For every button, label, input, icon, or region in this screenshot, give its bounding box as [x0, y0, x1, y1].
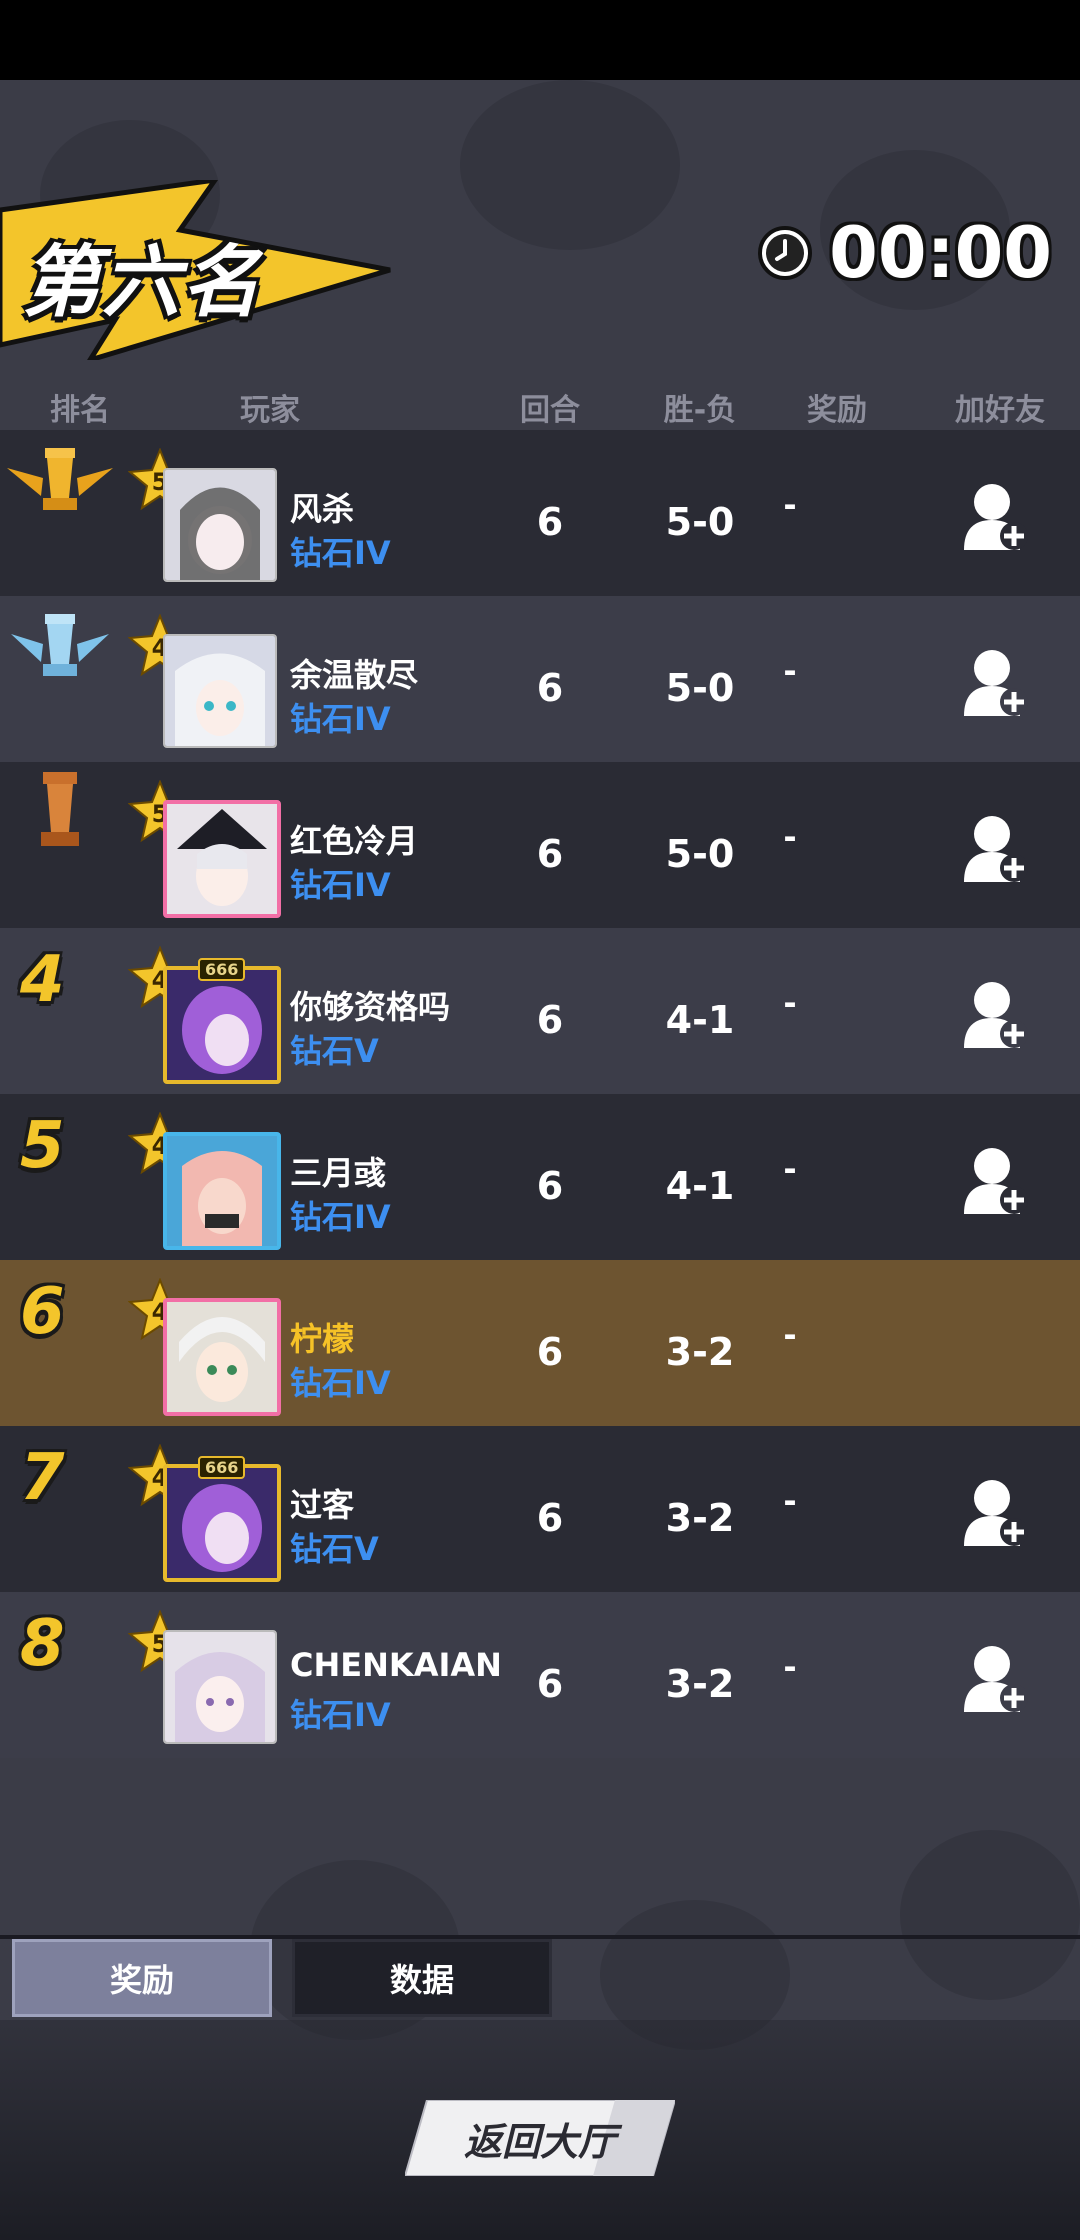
- rounds-value: 6: [536, 1496, 564, 1540]
- win-loss-value: 5-0: [665, 500, 735, 544]
- player-tier: 钻石IV: [290, 1198, 391, 1236]
- rounds-value: 6: [536, 666, 564, 710]
- header-rank: 排名: [50, 393, 110, 428]
- badge: 666: [198, 958, 246, 981]
- rounds-value: 6: [536, 1164, 564, 1208]
- back-button-label: 返回大厅: [463, 2119, 616, 2164]
- rounds-value: 6: [536, 998, 564, 1042]
- win-loss-value: 4-1: [665, 998, 735, 1042]
- rounds-value: 6: [536, 1330, 564, 1374]
- reward-value: -: [783, 652, 797, 690]
- player-name: 红色冷月: [290, 822, 419, 860]
- player-row: 4 4 666 你够资格吗 钻石V 6 4-1 -: [0, 928, 1080, 1094]
- avatar[interactable]: [163, 966, 281, 1084]
- player-tier: 钻石V: [290, 1530, 379, 1568]
- header-reward: 奖励: [807, 393, 867, 428]
- player-tier: 钻石IV: [290, 1696, 391, 1734]
- rank-number: 8: [20, 1607, 65, 1681]
- rank-number: 6: [20, 1275, 65, 1349]
- reward-value: -: [783, 1150, 797, 1188]
- player-row: 4 余温散尽 钻石IV 6 5-0 -: [0, 596, 1080, 762]
- rank-number: 5: [20, 1109, 65, 1183]
- rounds-value: 6: [536, 832, 564, 876]
- back-to-lobby-button[interactable]: 返回大厅: [405, 2100, 675, 2176]
- gold-trophy-icon: [7, 448, 113, 510]
- win-loss-value: 3-2: [665, 1662, 735, 1706]
- player-row-self: 6 4 柠檬 钻石IV 6 3-2 -: [0, 1260, 1080, 1426]
- player-name: 过客: [290, 1486, 355, 1524]
- player-name: 柠檬: [290, 1320, 355, 1358]
- player-row: 7 4 666 过客 钻石V 6 3-2 -: [0, 1426, 1080, 1592]
- timer-text: 00:00: [829, 212, 1052, 294]
- header-win-loss: 胜-负: [663, 393, 737, 428]
- player-name: 风杀: [290, 490, 355, 528]
- tab-reward[interactable]: 奖励: [12, 1939, 272, 2017]
- player-tier: 钻石IV: [290, 534, 391, 572]
- avatar[interactable]: [163, 1298, 281, 1416]
- status-bar: [0, 0, 1080, 80]
- avatar[interactable]: [163, 800, 281, 918]
- player-row: 5 4 三月彧 钻石IV 6 4-1 -: [0, 1094, 1080, 1260]
- badge: 666: [198, 1456, 246, 1479]
- reward-value: -: [783, 984, 797, 1022]
- reward-value: -: [783, 818, 797, 856]
- bronze-trophy-icon: [41, 772, 79, 846]
- avatar[interactable]: [163, 1630, 277, 1744]
- add-friend-icon[interactable]: [962, 978, 1032, 1050]
- avatar[interactable]: [163, 634, 277, 748]
- page-title: 第六名: [22, 238, 263, 328]
- player-tier: 钻石IV: [290, 700, 391, 738]
- rounds-value: 6: [536, 500, 564, 544]
- win-loss-value: 5-0: [665, 832, 735, 876]
- silver-trophy-icon: [11, 614, 109, 676]
- player-tier: 钻石IV: [290, 1364, 391, 1402]
- avatar[interactable]: [163, 1132, 281, 1250]
- win-loss-value: 3-2: [665, 1330, 735, 1374]
- player-row: 5 风杀 钻石IV 6 5-0 -: [0, 430, 1080, 596]
- player-row: 8 5 CHENKAIAN 钻石IV 6 3-2 -: [0, 1592, 1080, 1758]
- rank-number: 7: [20, 1441, 65, 1515]
- player-tier: 钻石V: [290, 1032, 379, 1070]
- player-name: 三月彧: [290, 1154, 387, 1192]
- match-result-screen: 第六名 00:00 排名 玩家 回合 胜-负 奖励 加好友 5 风杀 钻石IV …: [0, 0, 1080, 2240]
- tab-data[interactable]: 数据: [292, 1939, 552, 2017]
- add-friend-icon[interactable]: [962, 1144, 1032, 1216]
- add-friend-icon[interactable]: [962, 646, 1032, 718]
- header-add-friend: 加好友: [955, 393, 1045, 428]
- avatar[interactable]: [163, 468, 277, 582]
- rounds-value: 6: [536, 1662, 564, 1706]
- countdown-timer: 00:00: [755, 212, 1052, 294]
- clock-icon: [758, 226, 813, 280]
- player-name: CHENKAIAN: [290, 1646, 502, 1684]
- reward-value: -: [783, 1648, 797, 1686]
- win-loss-value: 3-2: [665, 1496, 735, 1540]
- avatar[interactable]: [163, 1464, 281, 1582]
- win-loss-value: 5-0: [665, 666, 735, 710]
- player-name: 你够资格吗: [290, 988, 451, 1026]
- add-friend-icon[interactable]: [962, 480, 1032, 552]
- add-friend-icon[interactable]: [962, 1642, 1032, 1714]
- header-player: 玩家: [240, 393, 300, 428]
- rank-number: 4: [20, 943, 65, 1017]
- reward-value: -: [783, 1316, 797, 1354]
- player-tier: 钻石IV: [290, 866, 391, 904]
- add-friend-icon[interactable]: [962, 812, 1032, 884]
- header-rounds: 回合: [520, 393, 580, 428]
- player-name: 余温散尽: [290, 656, 419, 694]
- player-row: 5 红色冷月 钻石IV 6 5-0 -: [0, 762, 1080, 928]
- add-friend-icon[interactable]: [962, 1476, 1032, 1548]
- reward-value: -: [783, 1482, 797, 1520]
- win-loss-value: 4-1: [665, 1164, 735, 1208]
- reward-value: -: [783, 486, 797, 524]
